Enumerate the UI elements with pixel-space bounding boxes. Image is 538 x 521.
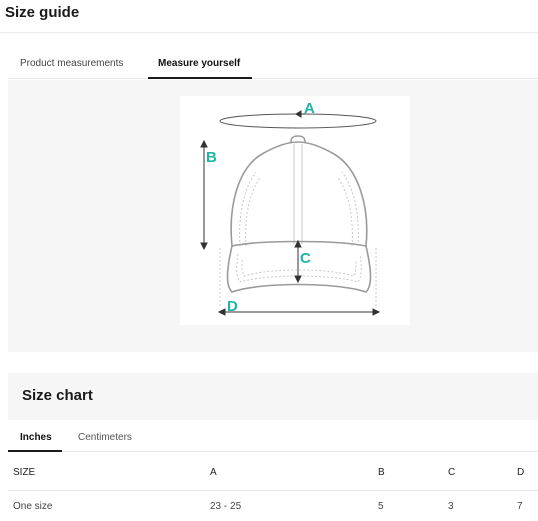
title-divider [0,32,538,33]
size-table: SIZE A B C D One size 23 - 25 5 3 7 [8,453,538,521]
active-tab-indicator [148,77,252,79]
tab-centimeters[interactable]: Centimeters [78,432,132,443]
illustration-panel: A B C D [8,80,538,352]
size-chart-title: Size chart [22,387,93,404]
column-header-a: A [210,467,217,478]
tab-product-measurements[interactable]: Product measurements [20,58,123,79]
cell-b: 5 [378,501,384,512]
page-title: Size guide [5,4,80,21]
label-d: D [227,298,238,315]
size-chart-panel: Size chart Inches Centimeters SIZE A B C… [8,373,538,521]
column-header-size: SIZE [13,467,36,478]
cell-a: 23 - 25 [210,501,242,512]
label-c: C [300,250,311,267]
tab-inches[interactable]: Inches [20,432,52,443]
cell-c: 3 [448,501,454,512]
column-header-b: B [378,467,385,478]
column-header-c: C [448,467,456,478]
cell-d: 7 [517,501,523,512]
table-header-row: SIZE A B C D [8,453,538,491]
unit-tabs: Inches Centimeters [8,420,538,452]
column-header-d: D [517,467,525,478]
size-chart-header: Size chart [8,373,538,420]
cap-diagram: A B C D [180,96,410,325]
label-b: B [206,149,217,166]
tab-measure-yourself[interactable]: Measure yourself [158,58,240,79]
label-a: A [304,100,315,117]
active-unit-indicator [8,450,62,452]
cell-size: One size [13,501,53,512]
baseball-cap-measurement-diagram-icon: A B C D [200,100,381,316]
table-row: One size 23 - 25 5 3 7 [8,491,538,521]
measurement-tabs: Product measurements Measure yourself [8,52,538,79]
